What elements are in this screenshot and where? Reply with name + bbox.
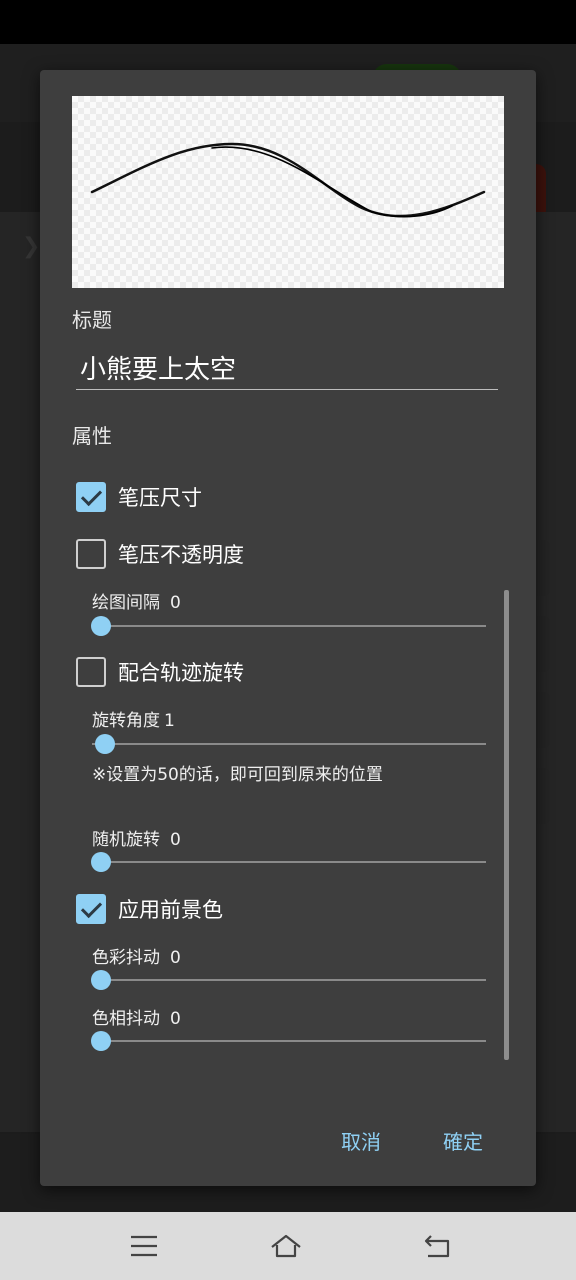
pressure-size-label: 笔压尺寸 [118, 486, 202, 510]
pressure-size-checkbox-row[interactable]: 笔压尺寸 [76, 480, 202, 514]
rotation-angle-slider[interactable] [92, 734, 486, 754]
cancel-button[interactable]: 取消 [341, 1126, 381, 1155]
follow-path-rotation-checkbox[interactable] [76, 657, 106, 687]
color-jitter-slider[interactable] [91, 970, 486, 990]
title-label: 标题 [72, 308, 112, 332]
follow-path-rotation-label: 配合轨迹旋转 [118, 661, 244, 685]
rotation-note: ※设置为50的话，即可回到原来的位置 [92, 765, 383, 785]
brush-settings-dialog: 标题 属性 笔压尺寸 笔压不透明度 绘图间隔0 配合轨迹旋转 旋转角度1 [40, 70, 536, 1186]
ok-button[interactable]: 確定 [443, 1126, 483, 1155]
draw-interval-label: 绘图间隔 0 [92, 593, 181, 613]
stroke-preview-icon [90, 142, 486, 218]
properties-label: 属性 [72, 424, 112, 448]
apply-foreground-label: 应用前景色 [118, 898, 223, 922]
system-navigation-bar [0, 1212, 576, 1280]
menu-icon[interactable] [128, 1232, 160, 1260]
pressure-opacity-checkbox[interactable] [76, 539, 106, 569]
properties-scroll-area[interactable]: 笔压尺寸 笔压不透明度 绘图间隔 0 配合轨迹旋转 旋转角度 1 ※设置为50的话，… [40, 460, 536, 1080]
hue-jitter-value: 0 [170, 1009, 181, 1029]
pressure-opacity-checkbox-row[interactable]: 笔压不透明度 [76, 537, 244, 571]
slider-thumb[interactable] [91, 970, 111, 990]
rotation-angle-value: 1 [164, 711, 175, 731]
back-icon[interactable] [422, 1232, 454, 1260]
pressure-opacity-label: 笔压不透明度 [118, 543, 244, 567]
slider-track [92, 979, 486, 981]
slider-track [92, 625, 486, 627]
follow-path-rotation-checkbox-row[interactable]: 配合轨迹旋转 [76, 655, 244, 689]
draw-interval-value: 0 [170, 593, 181, 613]
slider-thumb[interactable] [94, 734, 115, 754]
rotation-angle-label: 旋转角度 1 [92, 711, 175, 731]
color-jitter-value: 0 [170, 948, 181, 968]
color-jitter-label: 色彩抖动 0 [92, 948, 181, 968]
slider-track [92, 861, 486, 863]
slider-track [92, 743, 486, 745]
brush-stroke-preview [72, 96, 504, 288]
slider-thumb[interactable] [91, 1031, 111, 1051]
apply-foreground-checkbox-row[interactable]: 应用前景色 [76, 892, 223, 926]
slider-track [92, 1040, 486, 1042]
random-rotation-slider[interactable] [91, 852, 486, 872]
random-rotation-value: 0 [170, 830, 181, 850]
hue-jitter-label: 色相抖动 0 [92, 1009, 181, 1029]
draw-interval-slider[interactable] [91, 616, 486, 636]
pressure-size-checkbox[interactable] [76, 482, 106, 512]
slider-thumb[interactable] [91, 616, 111, 636]
random-rotation-label: 随机旋转 0 [92, 830, 181, 850]
home-icon[interactable] [270, 1232, 302, 1260]
hue-jitter-slider[interactable] [91, 1031, 486, 1051]
title-input[interactable] [76, 346, 498, 390]
scrollbar[interactable] [504, 590, 509, 1060]
slider-thumb[interactable] [91, 852, 111, 872]
apply-foreground-checkbox[interactable] [76, 894, 106, 924]
